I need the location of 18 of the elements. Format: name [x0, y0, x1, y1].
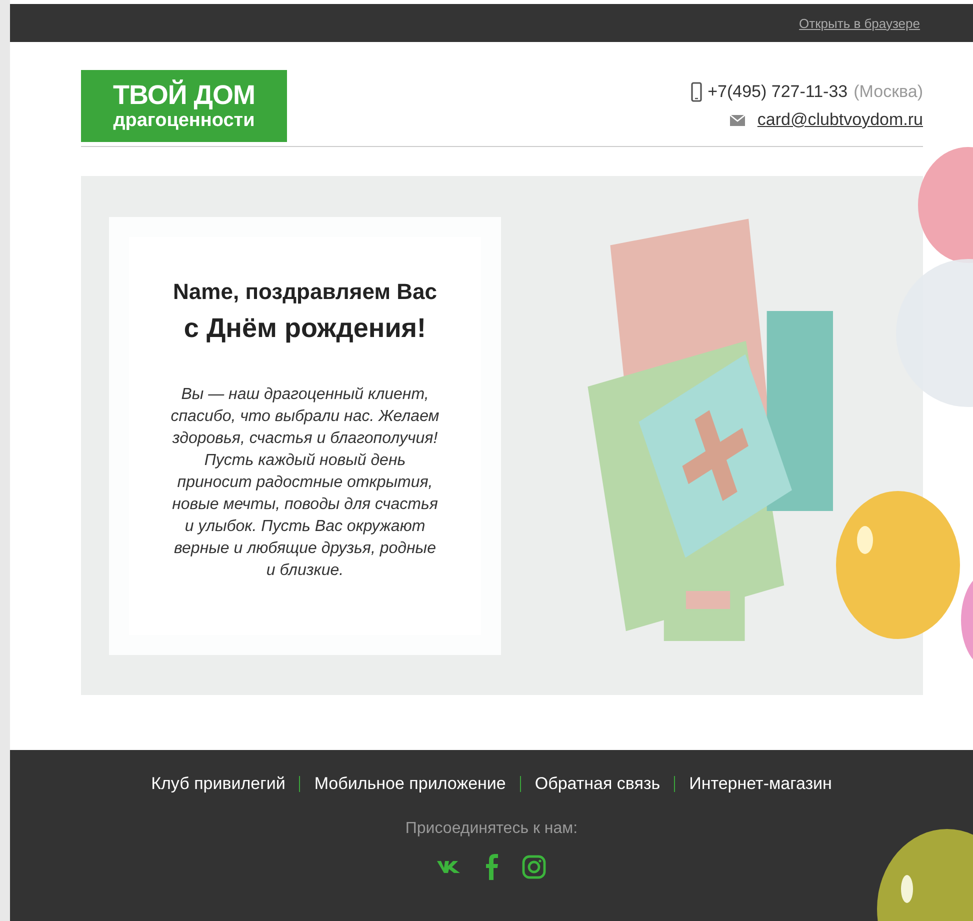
- footer-link[interactable]: Мобильное приложение: [314, 774, 506, 794]
- facebook-icon[interactable]: [485, 854, 498, 880]
- email-link[interactable]: card@clubtvoydom.ru: [757, 110, 923, 130]
- logo: ТВОЙ ДОМ драгоценности: [81, 70, 287, 142]
- footer-link[interactable]: Клуб привилегий: [151, 774, 286, 794]
- envelope-icon: [730, 114, 746, 126]
- phone-number: +7(495) 727-11-33: [708, 82, 848, 102]
- birthday-heading: с Днём рождения!: [182, 312, 428, 344]
- footer-link[interactable]: Интернет-магазин: [689, 774, 832, 794]
- greeting-heading: Name, поздравляем Вас: [172, 278, 438, 304]
- phone-icon: [690, 82, 702, 102]
- vk-icon[interactable]: [437, 860, 461, 874]
- join-us-label: Присоединятесь к нам:: [405, 820, 578, 838]
- instagram-icon[interactable]: [522, 855, 546, 879]
- greeting-message: Вы — наш драгоценный клиент, спасибо, что выбрали нас. Желаем здоровья, счастья и благополучия! Пусть каждый новый день приносит радостные открытия, новые мечты, поводы для счастья и улыбок. Пусть Вас окружают верные и любящие друзья, родные и близкие.: [170, 384, 440, 580]
- footer-link[interactable]: Обратная связь: [534, 774, 660, 794]
- city-label: (Москва): [854, 82, 923, 102]
- open-in-browser-link[interactable]: Открыть в браузере: [799, 16, 920, 30]
